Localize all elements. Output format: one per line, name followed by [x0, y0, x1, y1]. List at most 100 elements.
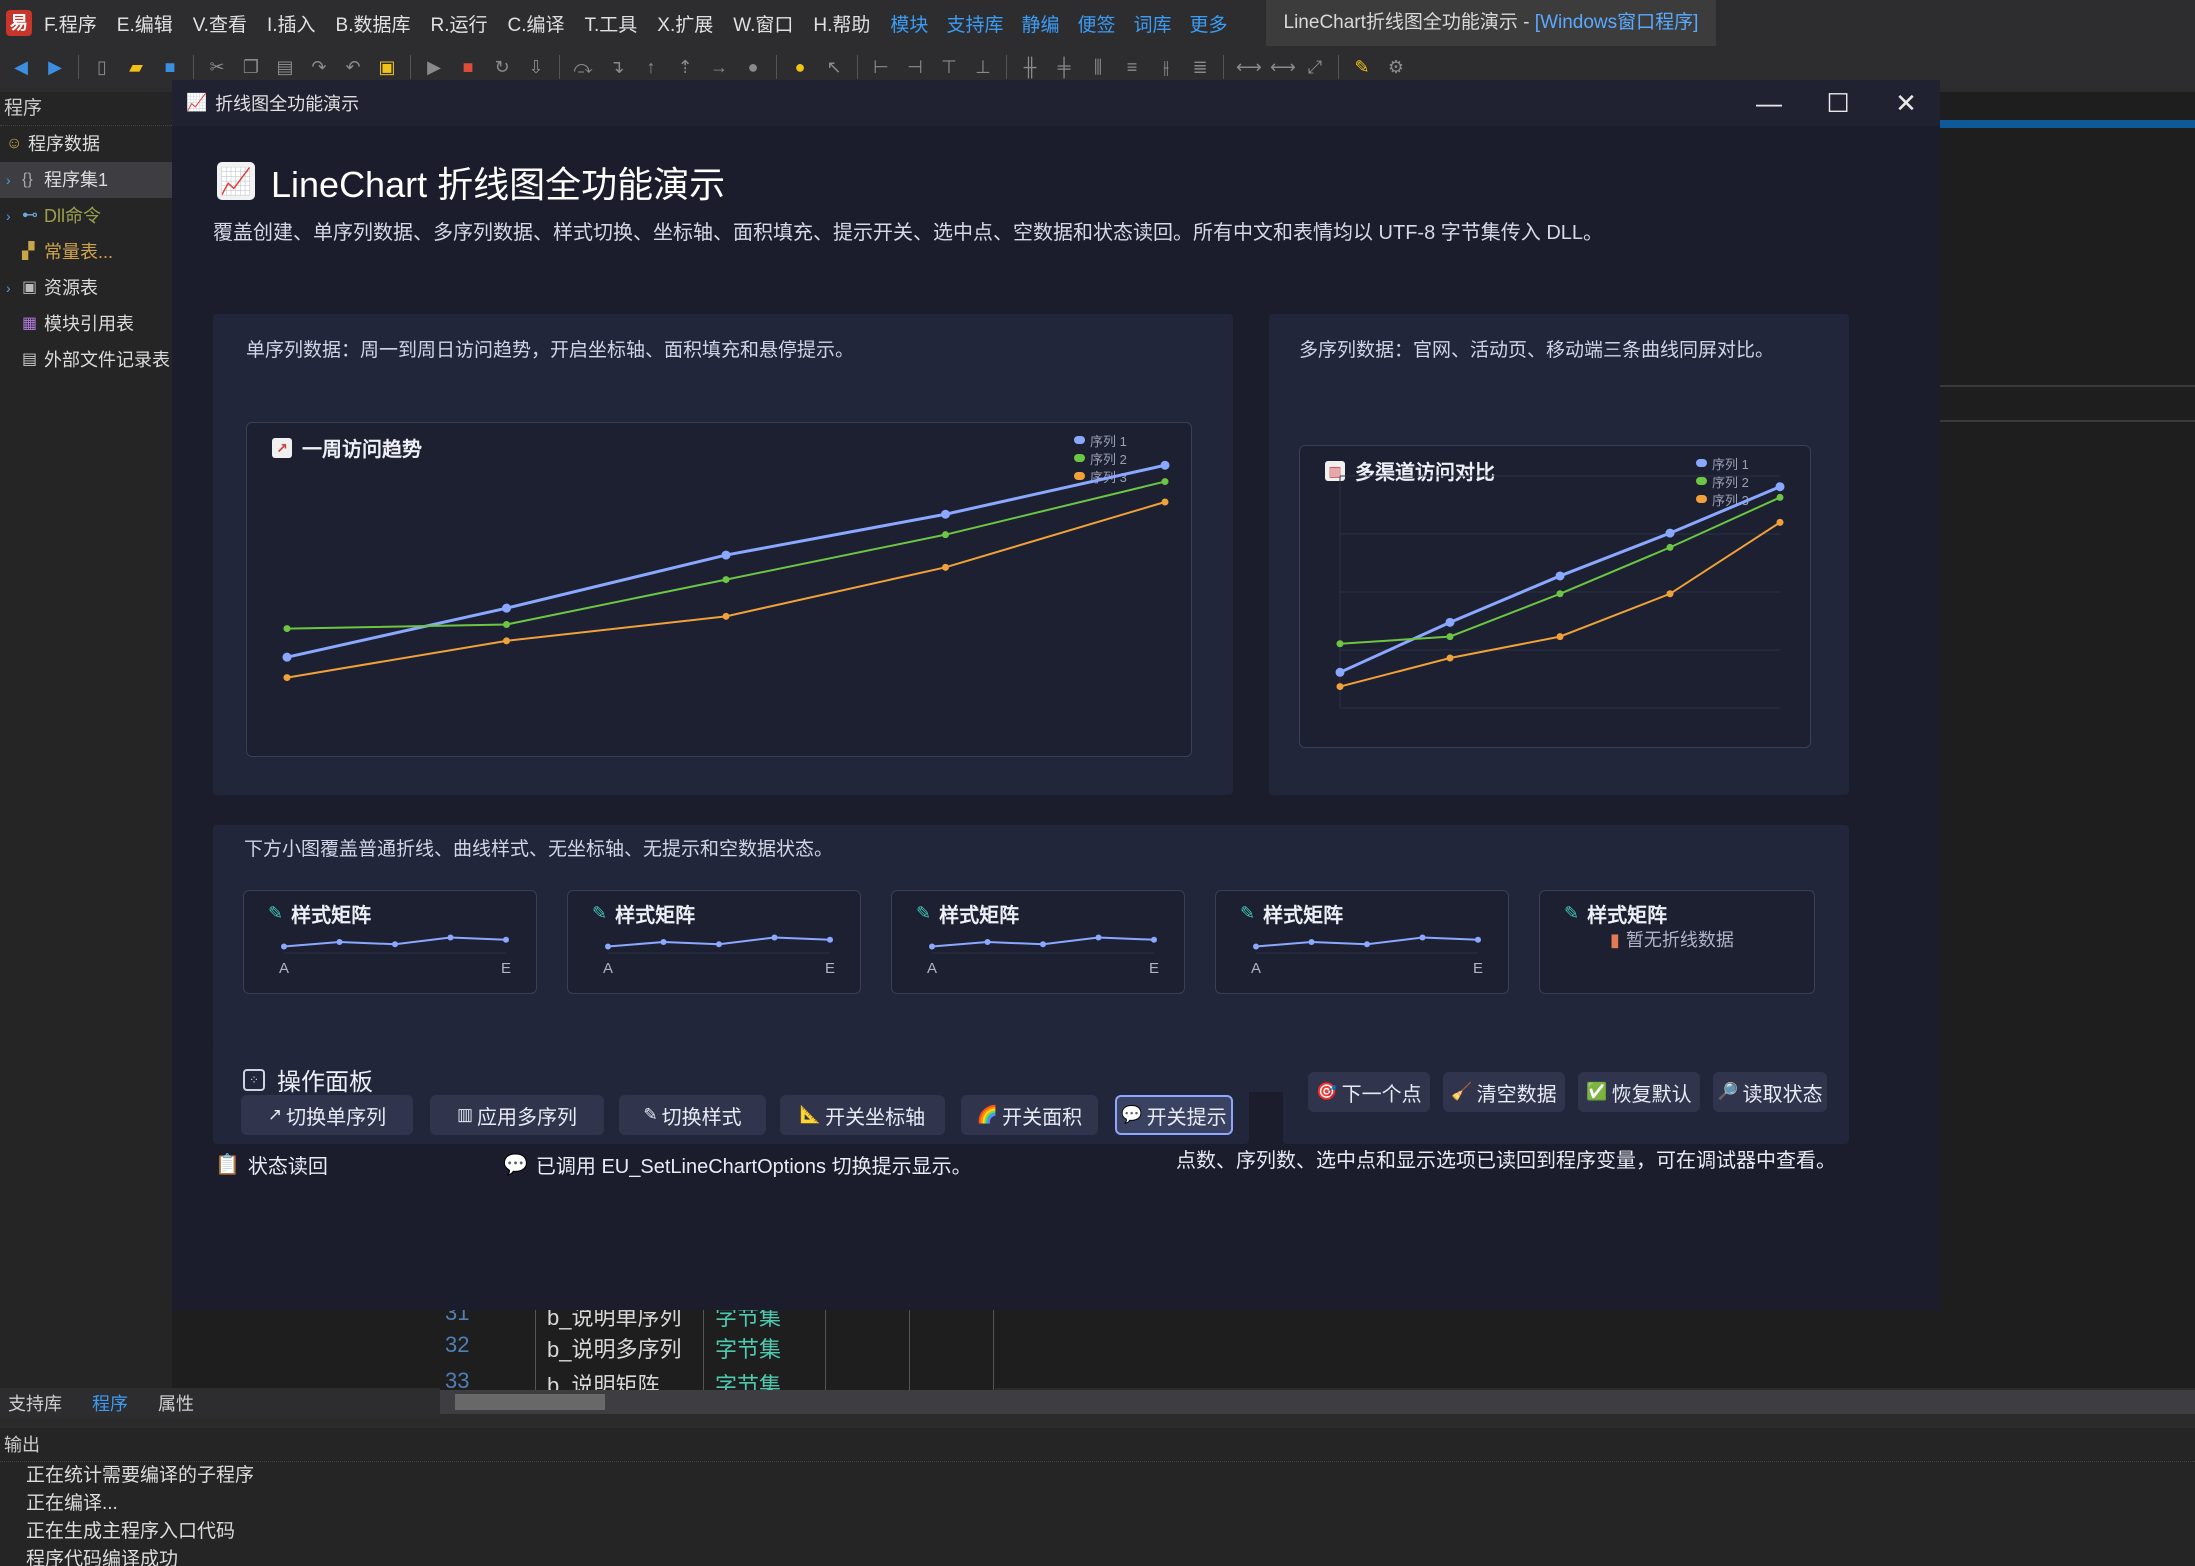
- cursor-icon[interactable]: ↖: [823, 56, 845, 78]
- tree-item-label: 外部文件记录表: [44, 350, 170, 370]
- tab-properties[interactable]: 属性: [150, 1390, 202, 1416]
- multi-channel-chart[interactable]: ▥ 多渠道访问对比 序列 1 序列 2 序列 3: [1299, 445, 1811, 748]
- align-top-icon[interactable]: ⊤: [938, 56, 960, 78]
- lightbulb-icon[interactable]: ●: [789, 56, 811, 78]
- tree-item-modules[interactable]: ▦ 模块引用表: [0, 306, 172, 342]
- distribute-h-icon[interactable]: ⫼: [1087, 56, 1109, 78]
- paste-icon[interactable]: ▤: [274, 56, 296, 78]
- toggle-style-button[interactable]: ✎ 切换样式: [619, 1095, 766, 1135]
- close-button[interactable]: ✕: [1886, 84, 1926, 122]
- tree-item-dll[interactable]: › ⊷ Dll命令: [0, 198, 172, 234]
- copy-icon[interactable]: ❐: [240, 56, 262, 78]
- new-file-icon[interactable]: ▯: [91, 56, 113, 78]
- horizontal-scrollbar[interactable]: [440, 1390, 2195, 1414]
- menu-extend[interactable]: X.扩展: [657, 10, 713, 37]
- restart-icon[interactable]: ↻: [491, 56, 513, 78]
- menu-compile[interactable]: C.编译: [507, 10, 564, 37]
- menu-edit[interactable]: E.编辑: [117, 10, 173, 37]
- tree-item-resources[interactable]: › ▣ 资源表: [0, 270, 172, 306]
- scrollbar-thumb[interactable]: [455, 1394, 605, 1410]
- step-into-icon[interactable]: ↴: [606, 56, 628, 78]
- tree-item-program-data[interactable]: ☺ 程序数据: [0, 126, 172, 162]
- maximize-button[interactable]: ☐: [1818, 84, 1858, 122]
- run-to-cursor-icon[interactable]: →: [708, 56, 730, 78]
- menu-run[interactable]: R.运行: [430, 10, 487, 37]
- menu-tools[interactable]: T.工具: [585, 10, 638, 37]
- minimize-button[interactable]: —: [1749, 84, 1789, 122]
- forward-icon[interactable]: ▶: [44, 56, 66, 78]
- mini-chart-2[interactable]: ✎ 样式矩阵 AE: [567, 890, 861, 994]
- data-point: [929, 943, 935, 950]
- brush-icon[interactable]: ✎: [1351, 56, 1373, 78]
- expand-icon[interactable]: ›: [6, 162, 22, 198]
- toggle-area-button[interactable]: 🌈 开关面积: [961, 1095, 1098, 1135]
- expand-icon[interactable]: ›: [6, 270, 22, 306]
- save-icon[interactable]: ■: [159, 56, 181, 78]
- link-dictionary[interactable]: 词库: [1133, 10, 1171, 37]
- center-v-icon[interactable]: ╪: [1053, 56, 1075, 78]
- restore-default-button[interactable]: ✅ 恢复默认: [1578, 1072, 1700, 1112]
- data-point: [502, 603, 511, 613]
- menu-window[interactable]: W.窗口: [733, 10, 793, 37]
- align-right-icon[interactable]: ⊣: [904, 56, 926, 78]
- link-module[interactable]: 模块: [890, 10, 928, 37]
- space-h-icon[interactable]: ⫲: [1155, 56, 1177, 78]
- align-bottom-icon[interactable]: ⊥: [972, 56, 994, 78]
- expand-icon[interactable]: ›: [6, 198, 22, 234]
- demo-titlebar[interactable]: 📈 折线图全功能演示 — ☐ ✕: [172, 80, 1940, 126]
- same-size-icon[interactable]: ⤢: [1304, 56, 1326, 78]
- menu-insert[interactable]: I.插入: [267, 10, 316, 37]
- same-height-icon[interactable]: ⟷: [1270, 56, 1296, 78]
- back-icon[interactable]: ◀: [10, 56, 32, 78]
- stop-icon[interactable]: ■: [457, 56, 479, 78]
- mini-chart-empty[interactable]: ✎ 样式矩阵 ▮ 暂无折线数据: [1539, 890, 1815, 994]
- same-width-icon[interactable]: ⟷: [1236, 56, 1262, 78]
- read-state-button[interactable]: 🔎 读取状态: [1713, 1072, 1827, 1112]
- link-support-lib[interactable]: 支持库: [946, 10, 1003, 37]
- link-notes[interactable]: 便签: [1077, 10, 1115, 37]
- cut-icon[interactable]: ✂: [206, 56, 228, 78]
- output-line: 正在编译...: [26, 1493, 118, 1514]
- settings-icon[interactable]: ⚙: [1385, 56, 1407, 78]
- tab-support-lib[interactable]: 支持库: [0, 1390, 70, 1416]
- step-up-icon[interactable]: ⇡: [674, 56, 696, 78]
- weekly-trend-chart[interactable]: ↗ 一周访问趋势 序列 1 序列 2 序列 3: [246, 422, 1192, 757]
- space-v-icon[interactable]: ≣: [1189, 56, 1211, 78]
- step-over-icon[interactable]: ⤼: [572, 56, 594, 78]
- play-icon[interactable]: ▶: [423, 56, 445, 78]
- link-more[interactable]: 更多: [1190, 10, 1228, 37]
- clear-data-button[interactable]: 🧹 清空数据: [1443, 1072, 1565, 1112]
- tree-item-external-files[interactable]: ▤ 外部文件记录表: [0, 342, 172, 378]
- tick-label: A: [279, 960, 289, 977]
- menu-program[interactable]: F.程序: [44, 10, 97, 37]
- find-icon[interactable]: ▣: [376, 56, 398, 78]
- distribute-v-icon[interactable]: ≡: [1121, 56, 1143, 78]
- apply-multi-series-button[interactable]: ▥ 应用多序列: [430, 1095, 604, 1135]
- mini-chart-1[interactable]: ✎ 样式矩阵 AE: [243, 890, 537, 994]
- menu-database[interactable]: B.数据库: [336, 10, 411, 37]
- next-point-button[interactable]: 🎯 下一个点: [1308, 1072, 1430, 1112]
- undo-icon[interactable]: ↶: [342, 56, 364, 78]
- tree-item-const[interactable]: ▞ 常量表...: [0, 234, 172, 270]
- menu-view[interactable]: V.查看: [193, 10, 247, 37]
- toggle-axis-button[interactable]: 📐 开关坐标轴: [780, 1095, 945, 1135]
- mini-chart-3[interactable]: ✎ 样式矩阵 AE: [891, 890, 1185, 994]
- breakpoint-icon[interactable]: ●: [742, 56, 764, 78]
- center-h-icon[interactable]: ╫: [1019, 56, 1041, 78]
- menu-help[interactable]: H.帮助: [813, 10, 870, 37]
- step-out-icon[interactable]: ↑: [640, 56, 662, 78]
- toggle-single-series-button[interactable]: ↗ 切换单序列: [241, 1095, 413, 1135]
- align-left-icon[interactable]: ⊢: [870, 56, 892, 78]
- tree-item-assembly[interactable]: ›{} 程序集1: [0, 162, 172, 198]
- mini-chart-4[interactable]: ✎ 样式矩阵 AE: [1215, 890, 1509, 994]
- redo-icon[interactable]: ↷: [308, 56, 330, 78]
- operation-title-text: 操作面板: [277, 1069, 373, 1096]
- open-folder-icon[interactable]: ▰: [125, 56, 147, 78]
- ide-title-tab[interactable]: LineChart折线图全功能演示 - [Windows窗口程序]: [1265, 0, 1717, 46]
- build-icon[interactable]: ⇩: [525, 56, 547, 78]
- data-point: [503, 621, 510, 628]
- tab-program[interactable]: 程序: [84, 1390, 136, 1416]
- toggle-tooltip-button[interactable]: 💬 开关提示: [1115, 1095, 1233, 1135]
- button-label: 开关面积: [1002, 1106, 1083, 1129]
- link-static[interactable]: 静编: [1021, 10, 1059, 37]
